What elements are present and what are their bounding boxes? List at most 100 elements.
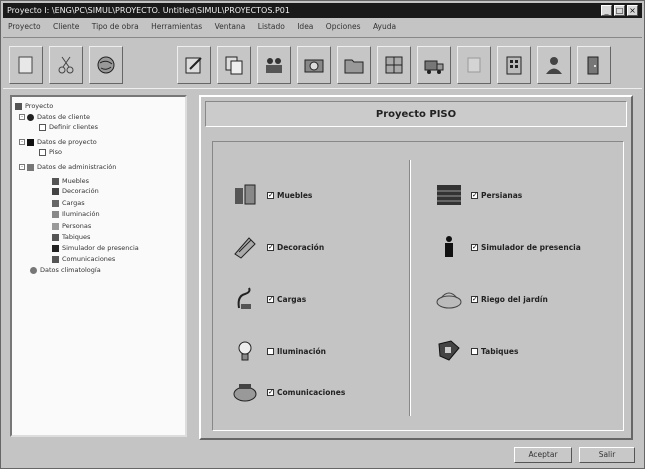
checkbox-decoracion[interactable]: ✓: [267, 243, 274, 251]
minimize-button[interactable]: _: [601, 5, 612, 16]
folder-button[interactable]: [337, 46, 371, 84]
checkbox-simulador[interactable]: ✓: [471, 243, 478, 251]
people-button[interactable]: [257, 46, 291, 84]
option-label: Tabiques: [481, 346, 519, 356]
tree-node-label: Tabiques: [62, 233, 91, 241]
checkbox-riego[interactable]: ✓: [471, 295, 478, 303]
tree-node-label: Piso: [49, 148, 62, 156]
figure-icon: [445, 236, 453, 257]
collapse-icon[interactable]: -: [19, 164, 25, 170]
tree-node-label: Iluminación: [62, 210, 100, 218]
menu-ayuda[interactable]: Ayuda: [373, 22, 396, 31]
menu-idea[interactable]: Idea: [297, 22, 313, 31]
tree-node[interactable]: - Datos de administración: [19, 162, 116, 172]
tree-node[interactable]: Definir clientes: [39, 122, 98, 132]
tree-node[interactable]: Iluminación: [52, 209, 100, 219]
doc-icon: [39, 123, 46, 131]
checkbox-iluminacion[interactable]: [267, 347, 274, 355]
tree-node[interactable]: Datos climatología: [30, 265, 101, 275]
item-icon: [52, 187, 59, 195]
load-icon: [237, 287, 251, 309]
checkbox-persianas[interactable]: ✓: [471, 191, 478, 199]
blind-icon: [437, 185, 461, 205]
new-button[interactable]: [9, 46, 43, 84]
tree-node[interactable]: Tabiques: [52, 232, 90, 242]
checkbox-muebles[interactable]: ✓: [267, 191, 274, 199]
tree-node[interactable]: Piso: [39, 147, 62, 157]
tree-node[interactable]: Comunicaciones: [52, 254, 115, 264]
item-icon: [52, 233, 59, 241]
user-button[interactable]: [537, 46, 571, 84]
blank-button[interactable]: [457, 46, 491, 84]
tree-node[interactable]: - Datos de proyecto: [19, 137, 97, 147]
accept-button[interactable]: Aceptar: [514, 447, 572, 463]
wall-icon: [438, 340, 460, 361]
tree-node-label: Decoración: [62, 187, 99, 195]
new-icon: [18, 56, 33, 74]
globe-icon: [97, 56, 115, 74]
option-riego-del-jardin[interactable]: ✓ Riego del jardín: [435, 286, 548, 312]
menu-cliente[interactable]: Cliente: [53, 22, 79, 31]
option-muebles[interactable]: ✓ Muebles: [231, 182, 312, 208]
option-comunicaciones[interactable]: ✓ Comunicaciones: [231, 379, 345, 405]
project-icon: [15, 102, 22, 110]
tree-node-label: Definir clientes: [49, 123, 99, 131]
tree-node-label: Muebles: [62, 177, 90, 185]
tree-node-label: Proyecto: [25, 102, 54, 110]
truck-button[interactable]: [417, 46, 451, 84]
option-cargas[interactable]: ✓ Cargas: [231, 286, 306, 312]
item-icon: [52, 222, 59, 230]
building-icon: [27, 138, 34, 146]
collapse-icon[interactable]: -: [19, 114, 25, 120]
maximize-button[interactable]: □: [614, 5, 625, 16]
menu-proyecto[interactable]: Proyecto: [8, 22, 41, 31]
building-icon: [506, 56, 522, 75]
copy-button[interactable]: [217, 46, 251, 84]
user-icon: [546, 57, 562, 74]
tree-node[interactable]: - Datos de cliente: [19, 112, 90, 122]
exit-button[interactable]: Salir: [579, 447, 635, 463]
project-panel: Proyecto PISO ✓ Muebles ✓ Decoración ✓ C…: [199, 95, 633, 440]
item-icon: [52, 255, 59, 263]
people-icon: [266, 58, 282, 73]
menu-ventana[interactable]: Ventana: [215, 22, 246, 31]
tree-node-label: Datos de cliente: [37, 113, 91, 121]
tree-node[interactable]: Proyecto: [15, 101, 53, 111]
camera-button[interactable]: [297, 46, 331, 84]
tree-node[interactable]: Muebles: [52, 176, 89, 186]
checkbox-cargas[interactable]: ✓: [267, 295, 274, 303]
copy-icon: [225, 56, 243, 75]
lamp-icon: [238, 341, 252, 361]
item-icon: [52, 244, 59, 252]
option-label: Simulador de presencia: [481, 242, 581, 252]
option-simulador-de-presencia[interactable]: ✓ Simulador de presencia: [435, 234, 581, 260]
collapse-icon[interactable]: -: [19, 139, 25, 145]
option-iluminacion[interactable]: Iluminación: [231, 338, 326, 364]
cut-button[interactable]: [49, 46, 83, 84]
doc-icon: [39, 148, 46, 156]
option-label: Cargas: [277, 294, 307, 304]
option-label: Iluminación: [277, 346, 326, 356]
option-tabiques[interactable]: Tabiques: [435, 338, 518, 364]
tree-node[interactable]: Cargas: [52, 198, 85, 208]
menu-listado[interactable]: Listado: [258, 22, 285, 31]
close-button[interactable]: ×: [627, 5, 638, 16]
plan-button[interactable]: [377, 46, 411, 84]
menu-opciones[interactable]: Opciones: [326, 22, 361, 31]
building-button[interactable]: [497, 46, 531, 84]
globe-button[interactable]: [89, 46, 123, 84]
menu-tipo-de-obra[interactable]: Tipo de obra: [92, 22, 139, 31]
option-persianas[interactable]: ✓ Persianas: [435, 182, 522, 208]
project-tree[interactable]: Proyecto - Datos de cliente Definir clie…: [10, 95, 187, 437]
phone-icon: [233, 384, 257, 402]
tree-node[interactable]: Decoración: [52, 186, 99, 196]
tree-node[interactable]: Personas: [52, 221, 91, 231]
checkbox-comunicaciones[interactable]: ✓: [267, 388, 274, 396]
tree-node[interactable]: Simulador de presencia: [52, 243, 139, 253]
edit-button[interactable]: [177, 46, 211, 84]
checkbox-tabiques[interactable]: [471, 347, 478, 355]
exit-button-toolbar[interactable]: [577, 46, 611, 84]
option-decoracion[interactable]: ✓ Decoración: [231, 234, 324, 260]
menu-herramientas[interactable]: Herramientas: [151, 22, 202, 31]
plan-icon: [385, 56, 403, 74]
